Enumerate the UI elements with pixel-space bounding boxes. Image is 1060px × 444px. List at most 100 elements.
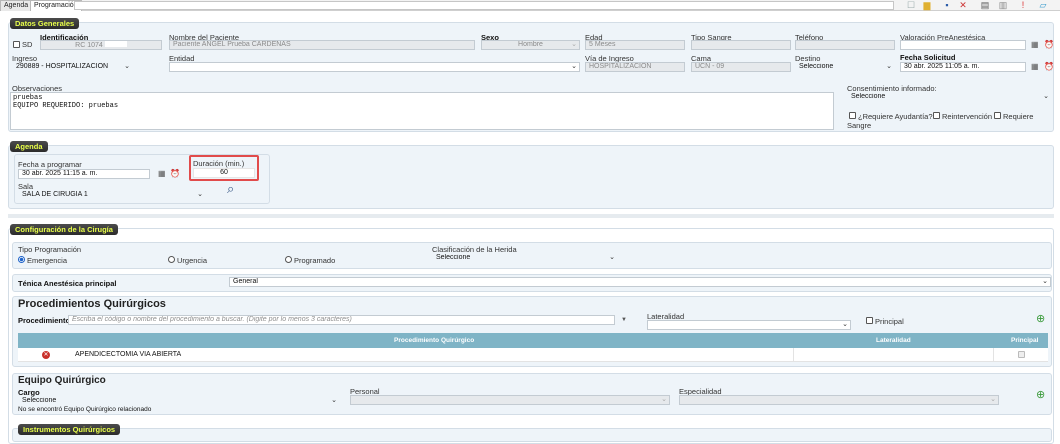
- sala-value: SALA DE CIRUGÍA 1: [22, 191, 88, 198]
- tecnica-value: General: [233, 278, 258, 285]
- tecnica-label: Ténica Anestésica principal: [18, 279, 117, 288]
- requiere-sangre-checkbox[interactable]: [994, 112, 1001, 119]
- lateralidad-cell: [793, 348, 794, 362]
- procedimiento-label: Procedimiento: [18, 316, 71, 325]
- delete-icon[interactable]: ✕: [42, 351, 50, 359]
- radio-emergencia[interactable]: [18, 256, 25, 263]
- chevron-down-icon: ⌄: [842, 321, 848, 328]
- chevron-down-icon: ⌄: [661, 396, 667, 403]
- principal-cell-divider: [993, 348, 994, 362]
- lateralidad-select[interactable]: ⌄: [647, 320, 851, 330]
- tipo-programacion-label: Tipo Programación: [18, 245, 82, 254]
- principal-checkbox[interactable]: [866, 317, 873, 324]
- principal-label: Principal: [875, 317, 904, 326]
- identificacion-field: RC 1074: [40, 40, 162, 50]
- valoracion-field[interactable]: [900, 40, 1026, 50]
- chevron-down-icon: ⌄: [1042, 278, 1048, 285]
- fecha-programar-field[interactable]: 30 abr. 2025 11:15 a. m.: [18, 169, 150, 179]
- procedimientos-title: Procedimientos Quirúrgicos: [18, 298, 166, 310]
- sexo-select: Hombre ⌄: [481, 40, 580, 50]
- chevron-down-icon: ⌄: [609, 254, 615, 261]
- radio-programado[interactable]: [285, 256, 292, 263]
- telefono-field: [795, 40, 895, 50]
- chevron-down-icon: ⌄: [886, 63, 892, 70]
- add-team-member-icon[interactable]: ⊕: [1036, 390, 1045, 401]
- clock-icon[interactable]: ⏰: [1044, 41, 1054, 49]
- fecha-solicitud-field[interactable]: 30 abr. 2025 11:05 a. m.: [900, 62, 1026, 72]
- destino-value: Seleccione: [799, 63, 834, 70]
- chevron-down-icon: ⌄: [197, 191, 203, 198]
- destino-select[interactable]: Seleccione ⌄: [795, 62, 895, 72]
- sd-label: SD: [22, 40, 33, 49]
- ingreso-select[interactable]: 290889 - HOSPITALIZACION ⌄: [12, 62, 133, 72]
- clock-icon[interactable]: ⏰: [1044, 63, 1054, 71]
- report-icon[interactable]: ▥: [996, 0, 1010, 11]
- entidad-select[interactable]: ⌄: [169, 62, 580, 72]
- calendar-icon[interactable]: ▦: [1031, 41, 1039, 49]
- col-lateralidad: Lateralidad: [876, 337, 911, 344]
- search-schedule-icon[interactable]: ⌕: [227, 182, 234, 195]
- tecnica-select[interactable]: General ⌄: [229, 277, 1051, 287]
- chevron-down-icon: ⌄: [571, 63, 577, 70]
- instrumentos-panel: [12, 428, 1052, 442]
- urgencia-label: Urgencia: [177, 256, 208, 265]
- tipo-sangre-field: [691, 40, 791, 50]
- col-procedimiento: Procedimiento Quirúrgico: [394, 337, 475, 344]
- top-tab-bar: Agenda Programación ☐ ▆ ▪ ✕ ▤ ▥ ! ▱: [0, 0, 1060, 11]
- tab-agenda[interactable]: Agenda: [0, 0, 33, 11]
- equipo-empty-message: No se encontró Equipo Quirúrgico relacio…: [18, 406, 152, 413]
- folder-icon[interactable]: ▆: [920, 0, 934, 11]
- print-icon[interactable]: ▤: [978, 0, 992, 11]
- cancel-document-icon[interactable]: ✕: [956, 0, 970, 11]
- procedimiento-search-input[interactable]: Escriba el código o nombre del procedimi…: [68, 315, 615, 325]
- requiere-ayudantia-label: ¿Requiere Ayudantía?: [858, 112, 933, 121]
- ingreso-value: 290889 - HOSPITALIZACION: [16, 63, 109, 70]
- alert-icon[interactable]: !: [1016, 0, 1030, 11]
- cargo-select[interactable]: Seleccione ⌄: [18, 396, 340, 406]
- save-icon[interactable]: ▪: [940, 0, 954, 11]
- clasificacion-herida-select[interactable]: Seleccione ⌄: [432, 253, 618, 263]
- nombre-field: Paciente ANGEL Prueba CARDENAS: [169, 40, 475, 50]
- principal-row-checkbox: [1018, 351, 1025, 358]
- top-search-input[interactable]: [74, 1, 894, 10]
- calendar-icon[interactable]: ▦: [1031, 63, 1039, 71]
- especialidad-select: ⌄: [679, 395, 999, 405]
- consentimiento-select[interactable]: Seleccione ⌄: [847, 92, 1052, 102]
- table-row: ✕ APENDICECTOMIA VIA ABIERTA: [18, 348, 1048, 362]
- chevron-down-icon: ⌄: [331, 397, 337, 404]
- personal-select: ⌄: [350, 395, 670, 405]
- procedimientos-table-header: Procedimiento Quirúrgico Lateralidad Pri…: [18, 333, 1048, 348]
- radio-urgencia[interactable]: [168, 256, 175, 263]
- dropdown-arrow-icon[interactable]: ▼: [621, 316, 627, 324]
- equipo-title: Equipo Quirúrgico: [18, 375, 106, 386]
- duracion-field[interactable]: 60: [193, 168, 255, 178]
- add-procedure-icon[interactable]: ⊕: [1036, 314, 1045, 325]
- observaciones-textarea[interactable]: pruebas EQUIPO REQUERIDO: pruebas: [10, 92, 834, 130]
- procedimiento-cell: APENDICECTOMIA VIA ABIERTA: [75, 351, 182, 358]
- identificacion-value: RC 1074: [75, 42, 103, 49]
- instrumentos-title: Instrumentos Quirúrgicos: [18, 424, 121, 435]
- sd-checkbox[interactable]: [13, 41, 20, 48]
- reintervencion-checkbox[interactable]: [933, 112, 940, 119]
- reintervencion-label: Reintervención: [942, 112, 993, 121]
- equipo-panel: [12, 373, 1052, 415]
- new-document-icon[interactable]: ☐: [904, 0, 918, 11]
- section-divider: [8, 214, 1054, 218]
- emergencia-label: Emergencia: [27, 256, 68, 265]
- requiere-sangre-label-2: Sangre: [847, 121, 872, 130]
- configuracion-title: Configuración de la Cirugía: [10, 224, 118, 235]
- agenda-title: Agenda: [10, 141, 48, 152]
- sala-select[interactable]: SALA DE CIRUGÍA 1 ⌄: [18, 190, 206, 200]
- via-ingreso-field: HOSPITALIZACION: [585, 62, 685, 72]
- requiere-sangre-label: Requiere: [1003, 112, 1034, 121]
- programado-label: Programado: [294, 256, 336, 265]
- requiere-ayudantia-checkbox[interactable]: [849, 112, 856, 119]
- fecha-programar-label: Fecha a programar: [18, 160, 82, 169]
- clock-icon[interactable]: ⏰: [170, 170, 180, 178]
- cama-field: UCN - 09: [691, 62, 791, 72]
- consentimiento-value: Seleccione: [851, 93, 886, 100]
- chevron-down-icon: ⌄: [124, 63, 130, 70]
- calendar-icon[interactable]: ▦: [158, 170, 166, 178]
- fecha-solicitud-label: Fecha Solicitud: [900, 53, 956, 62]
- chat-icon[interactable]: ▱: [1036, 0, 1050, 11]
